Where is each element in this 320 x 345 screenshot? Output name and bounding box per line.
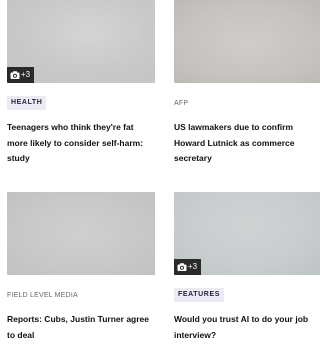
article-thumbnail[interactable]: +3: [174, 192, 320, 275]
camera-icon: [10, 71, 20, 79]
article-thumbnail[interactable]: [174, 0, 320, 83]
article-card[interactable]: AFP US lawmakers due to confirm Howard L…: [174, 0, 320, 167]
article-thumbnail[interactable]: +3: [7, 0, 155, 83]
camera-icon: [177, 263, 187, 271]
article-headline[interactable]: Would you trust AI to do your job interv…: [174, 312, 320, 343]
gallery-count: +3: [188, 262, 198, 271]
article-card[interactable]: +3 FEATURES Would you trust AI to do you…: [174, 192, 320, 343]
article-headline[interactable]: Teenagers who think they're fat more lik…: [7, 120, 155, 167]
gallery-badge: +3: [174, 259, 202, 275]
article-source: FIELD LEVEL MEDIA: [7, 292, 78, 299]
article-card[interactable]: +3 HEALTH Teenagers who think they're fa…: [7, 0, 155, 167]
article-source: AFP: [174, 100, 189, 107]
category-tag[interactable]: HEALTH: [7, 96, 47, 110]
gallery-count: +3: [21, 70, 31, 79]
gallery-badge: +3: [7, 67, 35, 83]
article-headline[interactable]: Reports: Cubs, Justin Turner agree to de…: [7, 312, 155, 343]
article-thumbnail[interactable]: [7, 192, 155, 275]
article-card[interactable]: FIELD LEVEL MEDIA Reports: Cubs, Justin …: [7, 192, 155, 343]
article-headline[interactable]: US lawmakers due to confirm Howard Lutni…: [174, 120, 320, 167]
category-tag[interactable]: FEATURES: [174, 288, 225, 302]
